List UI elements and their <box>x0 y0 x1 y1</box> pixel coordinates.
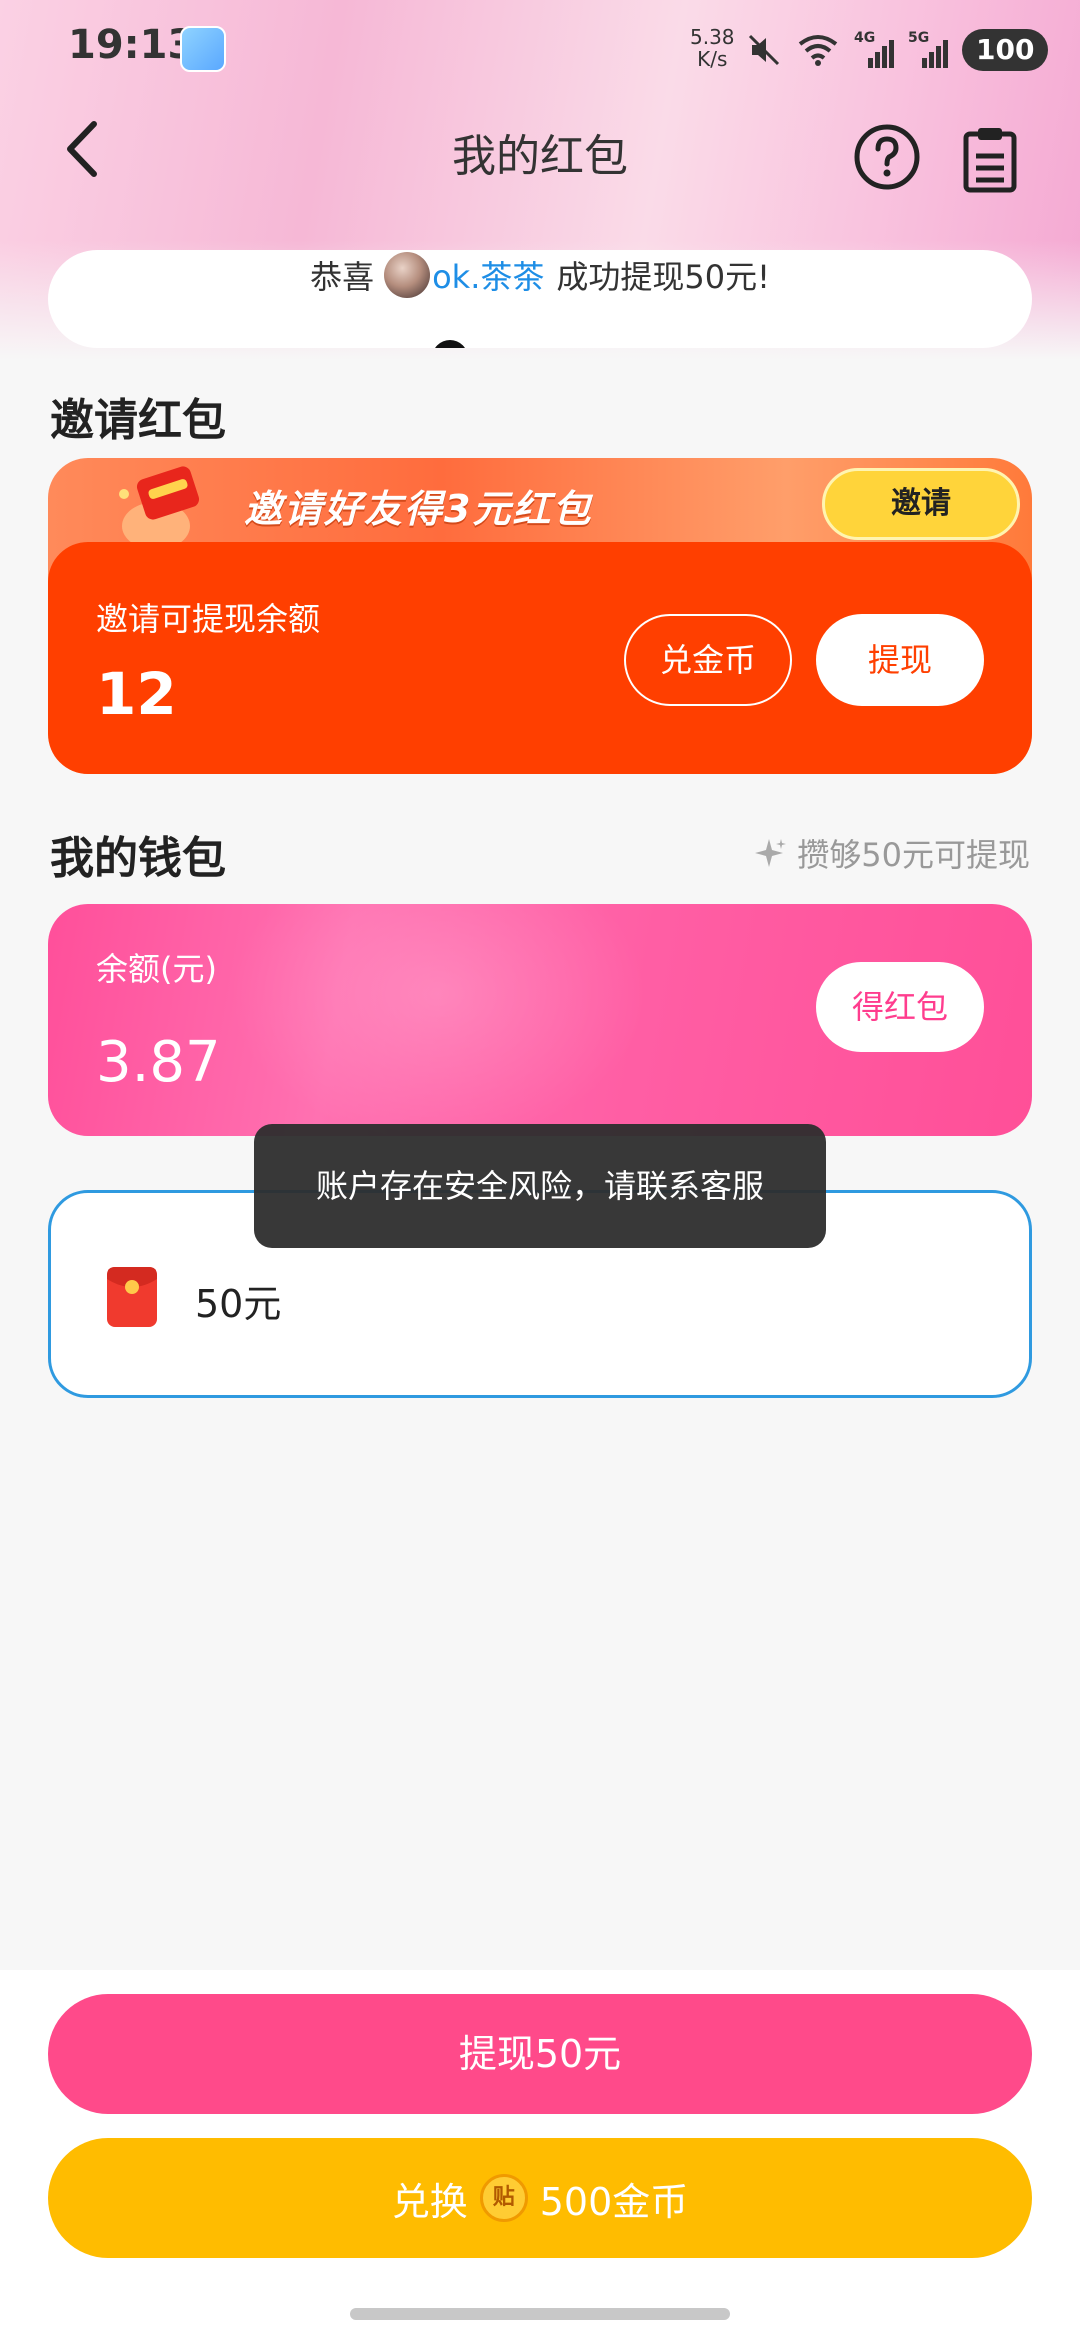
network-speed-unit: K/s <box>697 47 728 71</box>
withdraw-option-label: 50元 <box>195 1282 282 1326</box>
get-redpacket-button[interactable]: 得红包 <box>816 962 984 1052</box>
clipboard-icon[interactable] <box>960 124 1020 194</box>
wifi-icon <box>798 35 838 66</box>
wallet-balance-label: 余额(元) <box>96 950 217 988</box>
invite-banner-text: 邀请好友得3元红包 <box>244 487 593 531</box>
wallet-hint: 攒够50元可提现 <box>755 830 1030 876</box>
signal-5g: 5G <box>908 30 948 70</box>
marquee-suffix: 成功提现50元! <box>556 258 770 296</box>
invite-balance-label: 邀请可提现余额 <box>96 600 321 638</box>
marquee-message: 恭喜 ok.茶茶 成功提现50元! <box>48 250 1032 300</box>
status-time: 19:13 <box>68 22 196 68</box>
invite-button[interactable]: 邀请 <box>822 468 1020 540</box>
invite-balance-panel: 邀请可提现余额 12 兑金币 提现 <box>48 542 1032 774</box>
next-avatar <box>432 340 468 348</box>
wallet-hint-text: 攒够50元可提现 <box>797 836 1030 874</box>
network-speed: 5.38 K/s <box>690 26 735 70</box>
signal-bars-icon <box>922 40 948 68</box>
signal-4g: 4G <box>854 30 894 70</box>
network-speed-value: 5.38 <box>690 25 735 49</box>
bottom-action-bar: 提现50元 兑换 贴 500金币 <box>0 1970 1080 2340</box>
wallet-section-title: 我的钱包 <box>50 833 226 884</box>
invite-section-title: 邀请红包 <box>50 395 226 446</box>
invite-balance-value: 12 <box>96 660 177 728</box>
avatar <box>384 252 431 298</box>
marquee-prefix: 恭喜 <box>310 258 375 296</box>
wallet-card: 余额(元) 3.87 得红包 <box>48 904 1032 1136</box>
home-indicator[interactable] <box>350 2308 730 2320</box>
security-risk-toast: 账户存在安全风险，请联系客服 <box>254 1124 826 1248</box>
marquee-username: ok.茶茶 <box>432 258 545 296</box>
app-notification-icon <box>180 26 226 72</box>
exchange-prefix: 兑换 <box>391 2179 468 2224</box>
exchange-amount: 500金币 <box>539 2179 689 2224</box>
invite-withdraw-button[interactable]: 提现 <box>816 614 984 706</box>
red-packet-hand-icon <box>119 466 200 550</box>
exchange-coin-button[interactable]: 兑金币 <box>624 614 792 706</box>
coin-icon: 贴 <box>479 2174 528 2222</box>
header: 我的红包 <box>0 110 1080 193</box>
red-packet-icon <box>107 1267 157 1327</box>
battery-indicator: 100 <box>962 29 1049 71</box>
wallet-balance-value: 3.87 <box>96 1030 221 1095</box>
status-icons: 4G 5G 100 <box>746 28 1049 72</box>
sparkle-icon <box>755 839 787 867</box>
mute-icon <box>748 34 780 66</box>
invite-card: 邀请好友得3元红包 邀请 邀请可提现余额 12 兑金币 提现 <box>48 458 1032 774</box>
withdraw-50-button[interactable]: 提现50元 <box>48 1994 1032 2114</box>
withdraw-marquee: 恭喜 ok.茶茶 成功提现50元! <box>48 250 1032 348</box>
exchange-coins-button[interactable]: 兑换 贴 500金币 <box>48 2138 1032 2258</box>
question-circle-icon[interactable] <box>852 122 922 192</box>
invite-banner[interactable]: 邀请好友得3元红包 邀请 <box>48 458 1032 554</box>
signal-bars-icon <box>868 40 894 68</box>
status-bar: 19:13 5.38 K/s 4G 5G 100 <box>0 0 1080 100</box>
